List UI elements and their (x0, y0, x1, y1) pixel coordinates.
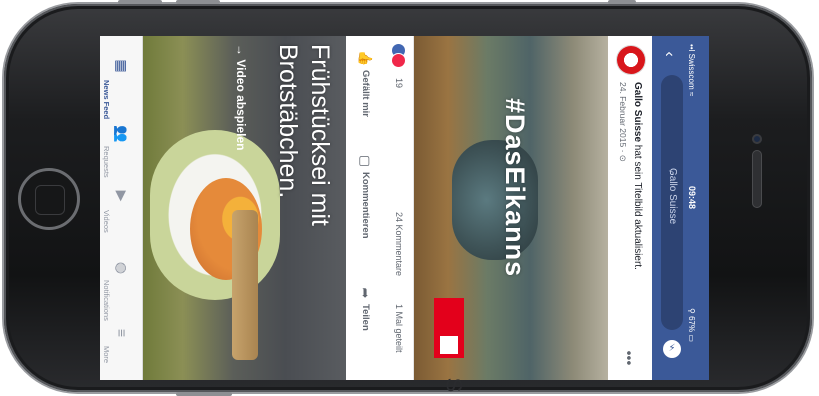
video-title: Frühstücksei mit Brotstäbchen. (272, 44, 336, 226)
post-date[interactable]: 24. Februar 2015 · ⊙ (617, 82, 628, 162)
brand-logo (434, 298, 464, 358)
play-video-link[interactable]: → Video abspielen (234, 44, 248, 150)
cover-hashtag: #DasEikanns (500, 98, 530, 278)
power-button (176, 392, 232, 396)
comment-button[interactable]: Kommentieren (360, 172, 371, 239)
comment-bubble-icon[interactable]: ▢ (358, 154, 373, 168)
globe-icon[interactable]: ◍ (114, 260, 130, 276)
menu-icon[interactable]: ≡ (114, 325, 130, 341)
reactions-count[interactable]: 19 (394, 78, 404, 88)
share-button[interactable]: Teilen (360, 304, 371, 331)
clock: 09:48 (687, 186, 697, 210)
stray-letter: S (441, 377, 467, 393)
breadstick-image (232, 210, 258, 360)
tab-requests[interactable]: Requests (102, 146, 111, 178)
tab-videos[interactable]: Videos (102, 210, 111, 233)
post-header (608, 36, 652, 380)
front-camera (752, 134, 762, 144)
more-options-icon[interactable]: ••• (621, 351, 637, 366)
friend-requests-icon[interactable]: 👥 (114, 125, 130, 142)
reaction-icons[interactable] (392, 44, 406, 68)
video-title-line: Frühstücksei mit (306, 44, 334, 226)
battery-indicator: ⚲ 67% ▭ (687, 308, 696, 342)
back-chevron-icon[interactable]: ‹ (661, 46, 678, 62)
speaker-grille (752, 150, 762, 208)
search-placeholder: Gallo Suisse (667, 168, 678, 225)
like-button[interactable]: Gefällt mir (360, 70, 371, 117)
post-author[interactable]: Gallo Suisse (632, 82, 643, 142)
tab-more[interactable]: More (102, 346, 111, 363)
post-action-text: hat sein Titelbild aktualisiert. (632, 142, 643, 270)
messenger-icon[interactable]: ⚡ (663, 340, 681, 358)
comments-count[interactable]: 24 Kommentare (394, 212, 404, 276)
love-reaction-icon (392, 54, 405, 67)
share-arrow-icon[interactable]: ➦ (358, 286, 373, 300)
tab-notifications[interactable]: Notifications (102, 280, 111, 321)
carrier-label: ••l Swisscom ≈ (687, 44, 696, 97)
news-feed-icon[interactable]: ▦ (114, 58, 130, 74)
home-button[interactable] (18, 168, 80, 230)
page-avatar[interactable] (617, 46, 645, 74)
tab-news-feed[interactable]: News Feed (102, 80, 111, 119)
thumbs-up-icon[interactable]: 👍 (358, 50, 373, 66)
volume-button (176, 0, 220, 4)
volume-button (118, 0, 162, 4)
video-title-line: Brotstäbchen. (274, 44, 302, 199)
post-title[interactable]: Gallo Suisse hat sein Titelbild aktualis… (632, 82, 643, 270)
video-play-icon[interactable]: ▶ (114, 188, 130, 204)
shares-count[interactable]: 1 Mal geteilt (394, 304, 404, 353)
mute-switch (608, 0, 636, 4)
